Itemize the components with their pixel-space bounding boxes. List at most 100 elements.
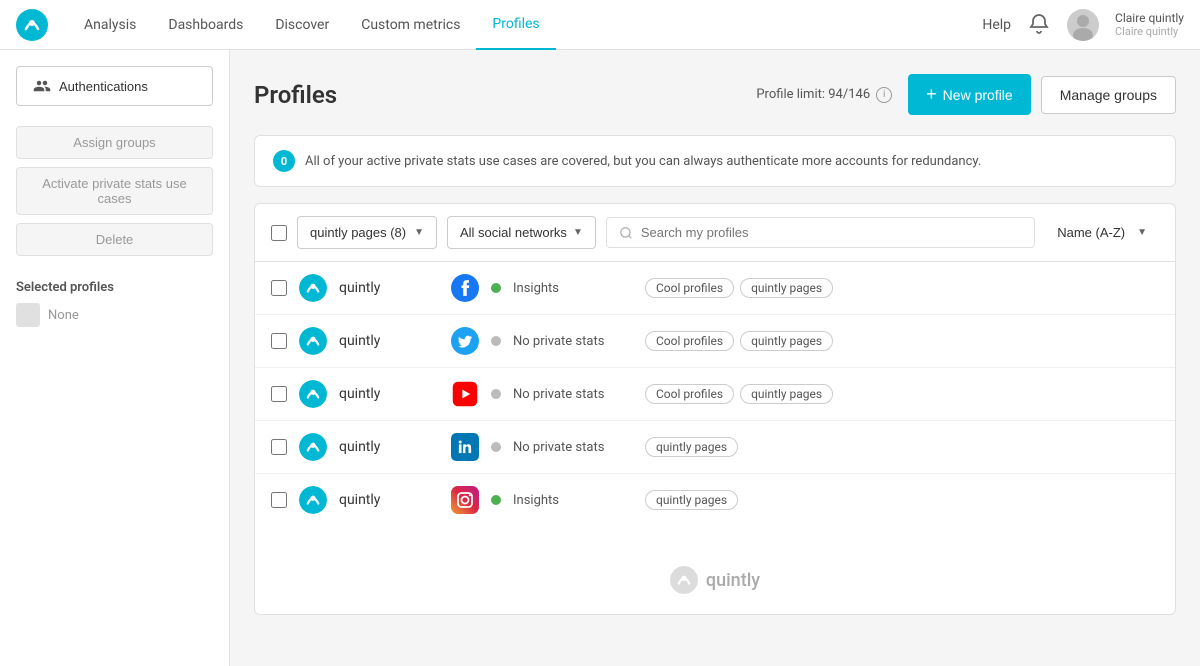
table-row: quintly Insights Cool profilesquintly pa… (255, 262, 1175, 315)
row-checkbox[interactable] (271, 386, 287, 402)
search-input[interactable] (641, 225, 1022, 240)
selected-profiles-title: Selected profiles (16, 280, 213, 295)
new-profile-button[interactable]: + New profile (908, 74, 1031, 115)
table-toolbar: quintly pages (8) ▼ All social networks … (255, 204, 1175, 262)
manage-groups-button[interactable]: Manage groups (1041, 76, 1176, 114)
profile-logo (299, 380, 327, 408)
instagram-icon (451, 486, 479, 514)
profile-tag[interactable]: quintly pages (740, 384, 833, 404)
avatar[interactable] (1067, 9, 1099, 41)
none-label: None (48, 308, 79, 323)
profile-tag[interactable]: quintly pages (645, 437, 738, 457)
linkedin-icon (451, 433, 479, 461)
profile-logo (299, 274, 327, 302)
row-checkbox[interactable] (271, 492, 287, 508)
profile-logo (299, 486, 327, 514)
table-row: quintly No private stats quintly pages (255, 421, 1175, 474)
selected-none: None (16, 303, 213, 327)
profile-tag[interactable]: Cool profiles (645, 278, 734, 298)
chevron-down-icon: ▼ (414, 227, 424, 238)
profile-name: quintly (339, 439, 439, 455)
profile-name: quintly (339, 386, 439, 402)
status-indicator (491, 336, 501, 346)
profile-limit-label: Profile limit: 94/146 (756, 87, 870, 102)
stat-label: No private stats (513, 387, 613, 402)
nav-profiles[interactable]: Profiles (476, 0, 555, 50)
nav-analysis[interactable]: Analysis (68, 0, 152, 50)
profile-tag[interactable]: quintly pages (645, 490, 738, 510)
social-filter-label: All social networks (460, 225, 567, 240)
main-content: Profiles Profile limit: 94/146 i + New p… (230, 50, 1200, 666)
footer-logo-icon (670, 566, 698, 594)
sort-dropdown[interactable]: Name (A-Z) ▼ (1045, 217, 1159, 248)
profile-logo (299, 327, 327, 355)
auth-button-label: Authentications (59, 79, 148, 94)
sidebar-actions: Assign groups Activate private stats use… (16, 126, 213, 256)
status-indicator (491, 495, 501, 505)
notifications-icon[interactable] (1027, 13, 1051, 37)
profile-tags: quintly pages (645, 437, 738, 457)
profile-name: quintly (339, 333, 439, 349)
profile-tag[interactable]: Cool profiles (645, 384, 734, 404)
profile-rows: quintly Insights Cool profiles quintly pa… (255, 262, 1175, 526)
facebook-icon (451, 274, 479, 302)
row-checkbox[interactable] (271, 280, 287, 296)
search-icon (619, 226, 633, 240)
nav-discover[interactable]: Discover (259, 0, 345, 50)
activate-cases-button[interactable]: Activate private stats use cases (16, 167, 213, 215)
sort-label: Name (A-Z) (1057, 225, 1125, 240)
delete-button[interactable]: Delete (16, 223, 213, 256)
row-checkbox[interactable] (271, 439, 287, 455)
group-filter-label: quintly pages (8) (310, 225, 406, 240)
stat-label: Insights (513, 493, 613, 508)
row-checkbox[interactable] (271, 333, 287, 349)
table-row: quintly Insights quintly pages (255, 474, 1175, 526)
user-subname: Claire quintly (1115, 25, 1184, 38)
profile-tag[interactable]: quintly pages (740, 278, 833, 298)
top-navigation: Analysis Dashboards Discover Custom metr… (0, 0, 1200, 50)
profile-logo (299, 433, 327, 461)
nav-dashboards[interactable]: Dashboards (152, 0, 259, 50)
select-all-checkbox[interactable] (271, 225, 287, 241)
table-row: quintly No private stats Cool profiles qu… (255, 368, 1175, 421)
plus-icon: + (926, 84, 937, 105)
nav-custom-metrics[interactable]: Custom metrics (345, 0, 476, 50)
logo[interactable] (16, 9, 48, 41)
alert-message: All of your active private stats use cas… (305, 154, 981, 169)
help-link[interactable]: Help (982, 17, 1011, 33)
profile-tag[interactable]: Cool profiles (645, 331, 734, 351)
page-title: Profiles (254, 81, 756, 109)
page-header: Profiles Profile limit: 94/146 i + New p… (254, 74, 1176, 115)
profile-tags: Cool profiles quintly pages (645, 278, 833, 298)
sidebar: Authentications Assign groups Activate p… (0, 50, 230, 666)
alert-badge: 0 (273, 150, 295, 172)
status-indicator (491, 442, 501, 452)
profile-tags: Cool profiles quintly pages (645, 384, 833, 404)
status-indicator (491, 389, 501, 399)
search-box[interactable] (606, 217, 1035, 248)
user-name: Claire quintly (1115, 11, 1184, 25)
profile-tags: quintly pages (645, 490, 738, 510)
group-filter-dropdown[interactable]: quintly pages (8) ▼ (297, 216, 437, 249)
none-color-box (16, 303, 40, 327)
twitter-icon (451, 327, 479, 355)
footer-brand: quintly (255, 526, 1175, 614)
nav-links: Analysis Dashboards Discover Custom metr… (68, 0, 982, 50)
selected-profiles-section: Selected profiles None (16, 280, 213, 327)
social-filter-dropdown[interactable]: All social networks ▼ (447, 216, 596, 249)
profile-tags: Cool profiles quintly pages (645, 331, 833, 351)
user-info: Claire quintly Claire quintly (1115, 11, 1184, 38)
table-row: quintly No private stats Cool profilesqu… (255, 315, 1175, 368)
profiles-table: quintly pages (8) ▼ All social networks … (254, 203, 1176, 615)
info-icon[interactable]: i (876, 87, 892, 103)
profile-tag[interactable]: quintly pages (740, 331, 833, 351)
app-layout: Authentications Assign groups Activate p… (0, 50, 1200, 666)
authentications-button[interactable]: Authentications (16, 66, 213, 106)
profile-name: quintly (339, 280, 439, 296)
chevron-down-icon-social: ▼ (573, 227, 583, 238)
nav-right: Help Claire quintly Claire quintly (982, 9, 1184, 41)
chevron-down-icon-sort: ▼ (1137, 227, 1147, 238)
profile-name: quintly (339, 492, 439, 508)
footer-brand-name: quintly (706, 570, 760, 591)
assign-groups-button[interactable]: Assign groups (16, 126, 213, 159)
